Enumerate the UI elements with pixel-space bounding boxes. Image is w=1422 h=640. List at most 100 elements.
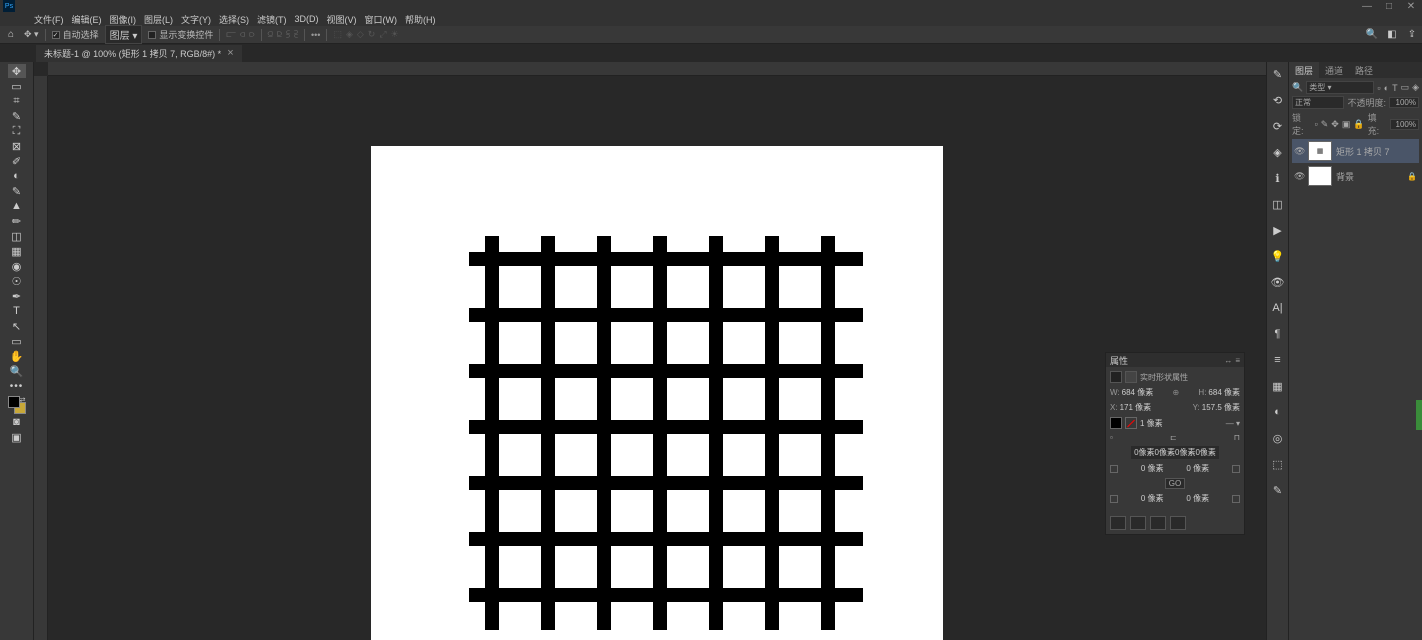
properties-panel[interactable]: 属性 ↔ ≡ 实时形状属性 W:684 像素 ⊕ H:684 像素 X:171 … — [1105, 352, 1245, 535]
minimize-button[interactable]: — — [1356, 0, 1378, 12]
collapse-icon[interactable]: ↔ — [1224, 356, 1232, 365]
align-right-icon[interactable]: ⫐ — [249, 29, 254, 40]
screen-mode-tool[interactable]: ▣ — [8, 430, 26, 444]
dist-bottom-icon[interactable]: ⫓ — [286, 29, 290, 40]
lock-position-icon[interactable]: ✥ — [1331, 119, 1339, 130]
menu-edit[interactable]: 编辑(E) — [68, 12, 106, 26]
document-tab[interactable]: 未标题-1 @ 100% (矩形 1 拷贝 7, RGB/8#) * × — [36, 45, 242, 62]
blur-tool[interactable]: ◉ — [8, 259, 26, 273]
3d-icon[interactable]: ⤢ — [379, 29, 386, 40]
frame-tool[interactable]: ⊠ — [8, 139, 26, 153]
move-tool-icon[interactable]: ✥ ▾ — [24, 29, 39, 40]
character-panel-icon[interactable]: A| — [1270, 300, 1286, 316]
swatches-panel-icon[interactable]: ◫ — [1270, 196, 1286, 212]
fill-color-swatch[interactable] — [1110, 417, 1122, 429]
paragraph-panel-icon[interactable]: ¶ — [1270, 326, 1286, 342]
filter-type-icon[interactable]: T — [1392, 83, 1398, 93]
comps-panel-icon[interactable]: ⬚ — [1270, 456, 1286, 472]
show-transform-option[interactable]: 显示变换控件 — [148, 28, 213, 41]
foreground-color[interactable] — [8, 396, 20, 408]
search-icon[interactable]: 🔍 — [1292, 82, 1303, 93]
eraser-tool[interactable]: ◫ — [8, 229, 26, 243]
channels-tab[interactable]: 通道 — [1319, 62, 1349, 78]
fill-input[interactable]: 100% — [1390, 119, 1419, 130]
corner-tl-field[interactable]: 0 像素 — [1141, 463, 1164, 474]
path-op-icon[interactable] — [1110, 516, 1126, 530]
panel-menu-icon[interactable]: ≡ — [1235, 356, 1240, 365]
learn-panel-icon[interactable]: ✎ — [1270, 482, 1286, 498]
bulb-icon[interactable]: 💡 — [1270, 248, 1286, 264]
navigator-panel-icon[interactable]: ◈ — [1270, 144, 1286, 160]
path-op-icon[interactable] — [1150, 516, 1166, 530]
eyedropper-tool[interactable]: ✐ — [8, 154, 26, 168]
menu-filter[interactable]: 滤镜(T) — [253, 12, 291, 26]
dist-top-icon[interactable]: ⫑ — [268, 29, 273, 40]
link-wh-icon[interactable]: ⊕ — [1172, 388, 1179, 397]
x-field[interactable]: X:171 像素 — [1110, 402, 1151, 413]
path-op-icon[interactable] — [1170, 516, 1186, 530]
3d-icon[interactable]: ⬚ — [333, 29, 342, 40]
layer-name[interactable]: 背景 — [1336, 170, 1354, 183]
swap-colors-icon[interactable]: ⇄ — [20, 396, 26, 404]
marquee-tool[interactable]: ▭ — [8, 79, 26, 93]
filter-smart-icon[interactable]: ◈ — [1412, 82, 1419, 93]
link-corners-button[interactable]: GO — [1165, 478, 1185, 489]
menu-file[interactable]: 文件(F) — [30, 12, 68, 26]
lock-icon[interactable]: 🔒 — [1407, 172, 1417, 181]
width-field[interactable]: W:684 像素 — [1110, 387, 1153, 398]
filter-adjust-icon[interactable]: ◐ — [1384, 83, 1389, 93]
auto-select-option[interactable]: 自动选择 — [52, 28, 99, 41]
3d-icon[interactable]: ↻ — [368, 29, 376, 40]
menu-3d[interactable]: 3D(D) — [291, 12, 323, 26]
styles-panel-icon[interactable]: ▦ — [1270, 378, 1286, 394]
blend-mode-select[interactable]: 正常 — [1292, 96, 1344, 109]
search-icon[interactable]: 🔍 — [1366, 29, 1378, 41]
canvas-viewport[interactable] — [48, 76, 1266, 640]
corner-br-check[interactable] — [1232, 495, 1240, 503]
stroke-style-select[interactable]: — ▾ — [1226, 419, 1240, 428]
stamp-tool[interactable]: ▲ — [8, 199, 26, 213]
lock-pixels-icon[interactable]: ✎ — [1321, 119, 1329, 130]
lock-transparent-icon[interactable]: ▫ — [1315, 119, 1318, 129]
menu-help[interactable]: 帮助(H) — [401, 12, 440, 26]
corner-tr-field[interactable]: 0 像素 — [1186, 463, 1209, 474]
rectangle-tool[interactable]: ▭ — [8, 334, 26, 348]
document-canvas[interactable] — [371, 146, 943, 640]
filter-shape-icon[interactable]: ▭ — [1401, 82, 1410, 93]
more-align-icon[interactable]: ••• — [311, 30, 320, 40]
dist-left-icon[interactable]: ⫔ — [294, 29, 298, 40]
menu-view[interactable]: 视图(V) — [323, 12, 361, 26]
layer-thumbnail[interactable] — [1308, 166, 1332, 186]
pen-tool[interactable]: ✒ — [8, 289, 26, 303]
eye-icon[interactable]: 👁 — [1270, 274, 1286, 290]
layer-item[interactable]: 👁 背景 🔒 — [1292, 164, 1419, 188]
layer-thumbnail[interactable]: ▦ — [1308, 141, 1332, 161]
3d-icon[interactable]: ◇ — [357, 29, 364, 40]
menu-image[interactable]: 图像(I) — [106, 12, 141, 26]
dist-vcenter-icon[interactable]: ⫒ — [277, 29, 282, 40]
filter-pixel-icon[interactable]: ▫ — [1377, 83, 1380, 93]
share-icon[interactable]: ⇪ — [1406, 29, 1418, 41]
corner-bl-field[interactable]: 0 像素 — [1141, 493, 1164, 504]
quick-mask-tool[interactable]: ◙ — [8, 415, 26, 429]
tab-close-icon[interactable]: × — [227, 47, 233, 59]
lock-all-icon[interactable]: 🔒 — [1353, 119, 1364, 130]
home-button[interactable]: ⌂ — [4, 28, 18, 42]
glyphs-panel-icon[interactable]: ≡ — [1270, 352, 1286, 368]
workspace-icon[interactable]: ◧ — [1386, 29, 1398, 41]
corner-bl-check[interactable] — [1110, 495, 1118, 503]
ruler-horizontal[interactable] — [48, 62, 1266, 76]
actions-panel-icon[interactable]: ⟳ — [1270, 118, 1286, 134]
history-brush-tool[interactable]: ✏ — [8, 214, 26, 228]
path-op-icon[interactable] — [1130, 516, 1146, 530]
menu-layer[interactable]: 图层(L) — [140, 12, 177, 26]
show-transform-checkbox[interactable] — [148, 31, 156, 39]
quick-select-tool[interactable]: ✎ — [8, 109, 26, 123]
layer-item[interactable]: 👁 ▦ 矩形 1 拷贝 7 — [1292, 139, 1419, 163]
zoom-tool[interactable]: 🔍 — [8, 364, 26, 378]
filter-type-select[interactable]: 类型 ▾ — [1306, 81, 1374, 94]
stroke-width-field[interactable]: 1 像素 — [1140, 418, 1163, 429]
brush-tool[interactable]: ✎ — [8, 184, 26, 198]
3d-icon[interactable]: ◈ — [346, 29, 353, 40]
history-panel-icon[interactable]: ⟲ — [1270, 92, 1286, 108]
